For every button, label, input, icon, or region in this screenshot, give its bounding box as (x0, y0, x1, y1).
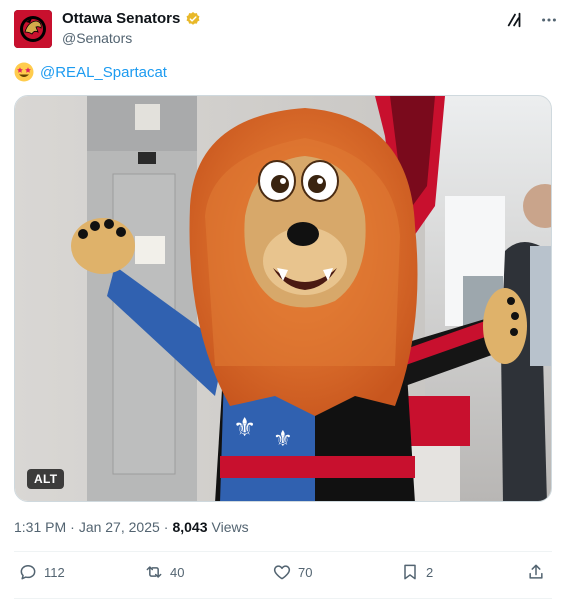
views-label: Views (211, 519, 249, 535)
senators-logo-icon (14, 10, 52, 48)
verified-badge-icon (186, 12, 200, 25)
bookmark-count: 2 (426, 564, 434, 580)
author-avatar[interactable] (14, 10, 52, 48)
views-count: 8,043 (172, 519, 208, 535)
repost-count: 40 (170, 564, 185, 580)
divider (14, 598, 552, 599)
svg-text:⚜: ⚜ (233, 413, 256, 443)
author-handle[interactable]: @Senators (62, 30, 132, 46)
like-button[interactable]: 70 (272, 562, 312, 582)
tweet-meta: 1:31 PM · Jan 27, 2025 · 8,043 Views (14, 519, 249, 535)
star-struck-emoji-icon (14, 62, 34, 82)
grok-icon[interactable] (505, 10, 525, 30)
repost-button[interactable]: 40 (144, 562, 184, 582)
meta-separator: · (163, 519, 169, 535)
share-button[interactable] (526, 562, 546, 582)
mention-link[interactable]: @REAL_Spartacat (40, 64, 167, 81)
reply-button[interactable]: 112 (18, 562, 65, 582)
tweet-card: Ottawa Senators @Senators @REAL_Spartaca… (0, 0, 573, 600)
tweet-actions: 112 40 70 2 (14, 562, 552, 590)
tweet-text: @REAL_Spartacat (14, 62, 167, 82)
meta-separator: · (70, 519, 75, 535)
repost-icon (146, 566, 162, 578)
mascot-photo: ⚜ ⚜ (15, 96, 551, 501)
tweet-media-photo[interactable]: ⚜ ⚜ ALT (14, 95, 552, 502)
tweet-date[interactable]: Jan 27, 2025 (79, 519, 160, 535)
author-name-row: Ottawa Senators (62, 10, 201, 28)
like-count: 70 (298, 564, 313, 580)
reply-count: 112 (44, 564, 65, 580)
bookmark-button[interactable]: 2 (400, 562, 433, 582)
share-icon (529, 564, 543, 579)
divider (14, 551, 552, 552)
bookmark-icon (404, 564, 416, 580)
heart-icon (273, 565, 291, 580)
more-options-icon[interactable] (539, 10, 559, 30)
reply-icon (20, 565, 36, 580)
header-actions (505, 10, 559, 30)
tweet-time[interactable]: 1:31 PM (14, 519, 66, 535)
svg-text:⚜: ⚜ (273, 427, 293, 452)
alt-text-badge[interactable]: ALT (27, 469, 65, 489)
author-name[interactable]: Ottawa Senators (62, 10, 180, 28)
